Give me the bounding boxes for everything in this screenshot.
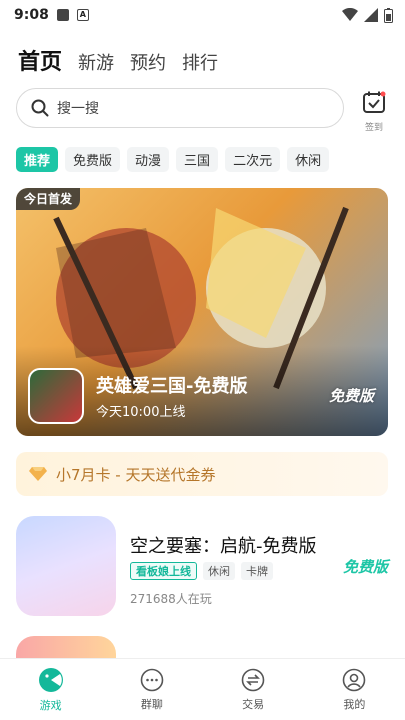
tag-highlight: 看板娘上线 bbox=[130, 562, 197, 580]
profile-icon bbox=[343, 668, 366, 691]
chip-free[interactable]: 免费版 bbox=[65, 147, 121, 172]
game-title: 空之要塞：启航-免费版 bbox=[130, 536, 317, 557]
nav-games[interactable]: 游戏 bbox=[0, 659, 101, 720]
bottom-nav: 游戏 群聊 交易 我的 bbox=[0, 658, 405, 720]
tab-rankings[interactable]: 排行 bbox=[182, 49, 218, 75]
status-bar: 9:08 A bbox=[0, 0, 405, 30]
promo-text: 小7月卡 - 天天送代金券 bbox=[56, 465, 216, 484]
notification-icon bbox=[56, 9, 69, 21]
banner-launch-time: 今天10:00上线 bbox=[96, 405, 186, 420]
checkin-button[interactable]: 签到 bbox=[358, 90, 390, 133]
banner-free-badge: 免费版 bbox=[328, 387, 374, 405]
nav-profile-label: 我的 bbox=[343, 697, 366, 711]
calendar-check-icon bbox=[363, 91, 386, 113]
chat-icon bbox=[140, 668, 164, 691]
nav-group-chat[interactable]: 群聊 bbox=[101, 659, 202, 720]
top-tabs: 首页 新游 预约 排行 bbox=[18, 44, 218, 76]
checkin-label: 签到 bbox=[364, 123, 383, 133]
diamond-icon bbox=[29, 467, 47, 481]
list-item[interactable]: 空之要塞：启航-免费版 看板娘上线 休闲 卡牌 271688人在玩 免费版 bbox=[16, 516, 388, 616]
player-count: 271688人在玩 bbox=[130, 592, 212, 606]
tag: 卡牌 bbox=[241, 562, 273, 580]
tab-reservations[interactable]: 预约 bbox=[130, 49, 166, 75]
first-release-badge: 今日首发 bbox=[16, 188, 81, 210]
wifi-icon bbox=[342, 8, 358, 21]
free-version-badge: 免费版 bbox=[342, 558, 388, 576]
trade-icon bbox=[241, 668, 265, 691]
search-placeholder: 搜一搜 bbox=[57, 101, 99, 117]
tab-home[interactable]: 首页 bbox=[18, 44, 62, 76]
nav-group-chat-label: 群聊 bbox=[140, 697, 163, 711]
search-input[interactable]: 搜一搜 bbox=[16, 88, 344, 128]
nav-trade-label: 交易 bbox=[242, 697, 265, 711]
game-tags: 看板娘上线 休闲 卡牌 bbox=[130, 562, 273, 580]
tab-new-games[interactable]: 新游 bbox=[78, 49, 114, 75]
status-indicator-icon: A bbox=[76, 9, 89, 21]
status-time: 9:08 bbox=[14, 7, 49, 23]
featured-banner[interactable]: 今日首发 英雄爱三国-免费版 今天10:00上线 免费版 bbox=[16, 188, 388, 436]
game-icon bbox=[38, 667, 63, 692]
monthly-card-promo[interactable]: 小7月卡 - 天天送代金券 bbox=[16, 452, 388, 496]
category-chips: 推荐 免费版 动漫 三国 二次元 休闲 bbox=[16, 147, 330, 172]
chip-three-kingdoms[interactable]: 三国 bbox=[176, 147, 219, 172]
banner-game-icon bbox=[28, 368, 84, 424]
chip-casual[interactable]: 休闲 bbox=[287, 147, 330, 172]
battery-icon bbox=[384, 7, 393, 23]
chip-acg[interactable]: 二次元 bbox=[225, 147, 281, 172]
tag: 休闲 bbox=[203, 562, 235, 580]
search-icon bbox=[31, 99, 49, 117]
nav-games-label: 游戏 bbox=[39, 698, 62, 712]
banner-game-title: 英雄爱三国-免费版 bbox=[96, 376, 248, 397]
chip-recommended[interactable]: 推荐 bbox=[16, 147, 59, 172]
signal-icon bbox=[364, 8, 378, 22]
nav-profile[interactable]: 我的 bbox=[304, 659, 405, 720]
nav-trade[interactable]: 交易 bbox=[203, 659, 304, 720]
game-icon-image bbox=[16, 516, 116, 616]
chip-anime[interactable]: 动漫 bbox=[127, 147, 170, 172]
